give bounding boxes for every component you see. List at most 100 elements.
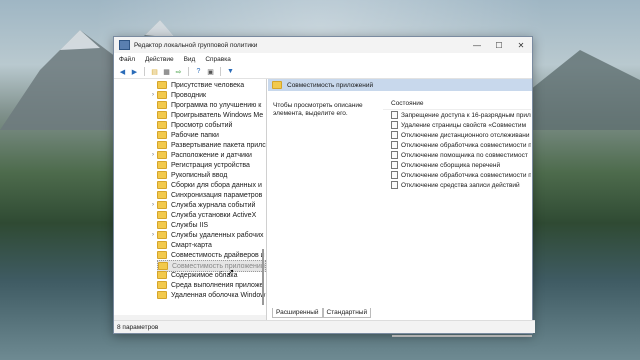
tree-scrollbar-thumb[interactable] bbox=[262, 249, 264, 305]
policy-label: Отключение помощника по совместимост bbox=[401, 151, 528, 159]
properties-icon[interactable]: ▣ bbox=[206, 67, 215, 76]
folder-icon bbox=[157, 191, 167, 199]
close-button[interactable]: ✕ bbox=[510, 37, 532, 53]
folder-icon bbox=[157, 221, 167, 229]
folder-up-icon[interactable]: ▤ bbox=[150, 67, 159, 76]
policy-row[interactable]: Удаление страницы свойств «Совместим bbox=[383, 120, 531, 130]
tree-item[interactable]: Развертывание пакета прилс bbox=[149, 140, 266, 150]
chevron-right-icon[interactable]: › bbox=[149, 92, 157, 98]
forward-arrow-icon[interactable]: ▶ bbox=[130, 67, 139, 76]
tree-item-label: Службы удаленных рабочих bbox=[171, 231, 264, 239]
folder-icon bbox=[157, 81, 167, 89]
folder-icon bbox=[157, 141, 167, 149]
tab-standard[interactable]: Стандартный bbox=[322, 308, 372, 318]
tree-item-label: Синхронизация параметров bbox=[171, 191, 263, 199]
policy-row[interactable]: Отключение дистанционного отслеживани bbox=[383, 130, 531, 140]
policy-setting-icon bbox=[391, 141, 398, 149]
tree-item[interactable]: Совместимость драйверов и bbox=[149, 250, 265, 260]
tree-item[interactable]: Смарт-карта bbox=[149, 240, 212, 250]
folder-icon bbox=[157, 131, 167, 139]
tree-item-label: Программа по улучшению к bbox=[171, 101, 262, 109]
tree-item-label: Совместимость приложений bbox=[172, 262, 265, 270]
tree-item[interactable]: Служба установки ActiveX bbox=[149, 210, 256, 220]
folder-icon bbox=[157, 241, 167, 249]
minimize-button[interactable]: — bbox=[466, 37, 488, 53]
tab-extended[interactable]: Расширенный bbox=[272, 308, 323, 318]
tree-item-label: Среда выполнения приложе bbox=[171, 281, 264, 289]
chevron-right-icon[interactable]: › bbox=[149, 232, 157, 238]
help-icon[interactable]: ? bbox=[194, 67, 203, 76]
tree-item[interactable]: › Проводник bbox=[149, 90, 206, 100]
tree-item-label: Смарт-карта bbox=[171, 241, 212, 249]
status-bar: 8 параметров bbox=[114, 320, 535, 333]
folder-icon bbox=[158, 262, 168, 270]
tree-item[interactable]: Рабочие папки bbox=[149, 130, 219, 140]
tree-item[interactable]: Программа по улучшению к bbox=[149, 100, 261, 110]
folder-icon bbox=[272, 81, 282, 89]
tree-item[interactable]: Удаленная оболочка Window bbox=[149, 290, 265, 300]
policy-row[interactable]: Запрещение доступа к 16-разрядным прил bbox=[383, 110, 531, 120]
policy-label: Отключение обработчика совместимости п bbox=[401, 141, 531, 149]
column-header-state[interactable]: Состояние bbox=[383, 97, 531, 110]
toolbar: ◀ ▶ ▤ ▦ ⇨ ? ▣ ▼ bbox=[114, 65, 532, 79]
menu-help[interactable]: Справка bbox=[205, 56, 231, 63]
chevron-right-icon[interactable]: › bbox=[149, 152, 157, 158]
back-arrow-icon[interactable]: ◀ bbox=[118, 67, 127, 76]
title-bar[interactable]: Редактор локальной групповой политики — … bbox=[114, 37, 532, 53]
menu-view[interactable]: Вид bbox=[184, 56, 196, 63]
policy-row[interactable]: Отключение сборщика переченй bbox=[383, 160, 531, 170]
tree-item-label: Присутствие человека bbox=[171, 81, 245, 89]
folder-icon bbox=[157, 171, 167, 179]
tree-item[interactable]: › Расположение и датчики bbox=[149, 150, 252, 160]
tree-item[interactable]: Проигрыватель Windows Me bbox=[149, 110, 263, 120]
tree-item-label: Служба журнала событий bbox=[171, 201, 256, 209]
policy-label: Отключение сборщика переченй bbox=[401, 161, 501, 169]
mouse-cursor-icon: ➚ bbox=[227, 267, 235, 277]
tree-item-label: Регистрация устройства bbox=[171, 161, 250, 169]
tree-item[interactable]: Синхронизация параметров bbox=[149, 190, 262, 200]
menu-action[interactable]: Действие bbox=[145, 56, 174, 63]
app-icon bbox=[119, 40, 130, 50]
policy-row[interactable]: Отключение обработчика совместимости п bbox=[383, 140, 531, 150]
tree-item-label: Совместимость драйверов и bbox=[171, 251, 265, 259]
tree-item[interactable]: Рукописный ввод bbox=[149, 170, 227, 180]
tree-item[interactable]: Просмотр событий bbox=[149, 120, 232, 130]
policy-label: Отключение дистанционного отслеживани bbox=[401, 131, 530, 139]
policy-row[interactable]: Отключение помощника по совместимост bbox=[383, 150, 531, 160]
view-tabs: Расширенный Стандартный bbox=[272, 308, 372, 318]
tree-item-label: Проигрыватель Windows Me bbox=[171, 111, 264, 119]
tree-item[interactable]: Присутствие человека bbox=[149, 80, 244, 90]
gpedit-window: Редактор локальной групповой политики — … bbox=[113, 36, 535, 337]
filter-icon[interactable]: ▼ bbox=[226, 67, 235, 76]
tree-item[interactable]: Содержимое облака bbox=[149, 270, 237, 280]
tree-item[interactable]: Среда выполнения приложе bbox=[149, 280, 263, 290]
maximize-button[interactable]: ☐ bbox=[488, 37, 510, 53]
tree-item-label: Рабочие папки bbox=[171, 131, 219, 139]
export-icon[interactable]: ⇨ bbox=[174, 67, 183, 76]
tree-item[interactable]: Сборки для сбора данных и bbox=[149, 180, 262, 190]
details-horizontal-scrollbar[interactable] bbox=[392, 335, 532, 337]
policy-row[interactable]: Отключение средства записи действий bbox=[383, 180, 531, 190]
status-text: 8 параметров bbox=[117, 323, 159, 331]
menu-bar: Файл Действие Вид Справка bbox=[114, 53, 532, 65]
menu-file[interactable]: Файл bbox=[119, 56, 135, 63]
policy-label: Отключение средства записи действий bbox=[401, 181, 520, 189]
tree-item-label: Развертывание пакета прилс bbox=[171, 141, 266, 149]
folder-icon bbox=[157, 201, 167, 209]
policy-setting-icon bbox=[391, 151, 398, 159]
policy-label: Отключение обработчика совместимости п bbox=[401, 171, 531, 179]
policy-row[interactable]: Отключение обработчика совместимости п bbox=[383, 170, 531, 180]
tree-item[interactable]: Службы IIS bbox=[149, 220, 208, 230]
chevron-right-icon[interactable]: › bbox=[149, 202, 157, 208]
folder-icon bbox=[157, 181, 167, 189]
show-hide-tree-icon[interactable]: ▦ bbox=[162, 67, 171, 76]
tree-item[interactable]: › Служба журнала событий bbox=[149, 200, 255, 210]
policy-setting-icon bbox=[391, 111, 398, 119]
tree-item[interactable]: › Службы удаленных рабочих bbox=[149, 230, 264, 240]
toolbar-separator bbox=[188, 67, 189, 76]
policy-label: Запрещение доступа к 16-разрядным прил bbox=[401, 111, 531, 119]
folder-icon bbox=[157, 161, 167, 169]
folder-icon bbox=[157, 231, 167, 239]
tree-item[interactable]: Регистрация устройства bbox=[149, 160, 250, 170]
policy-setting-icon bbox=[391, 121, 398, 129]
